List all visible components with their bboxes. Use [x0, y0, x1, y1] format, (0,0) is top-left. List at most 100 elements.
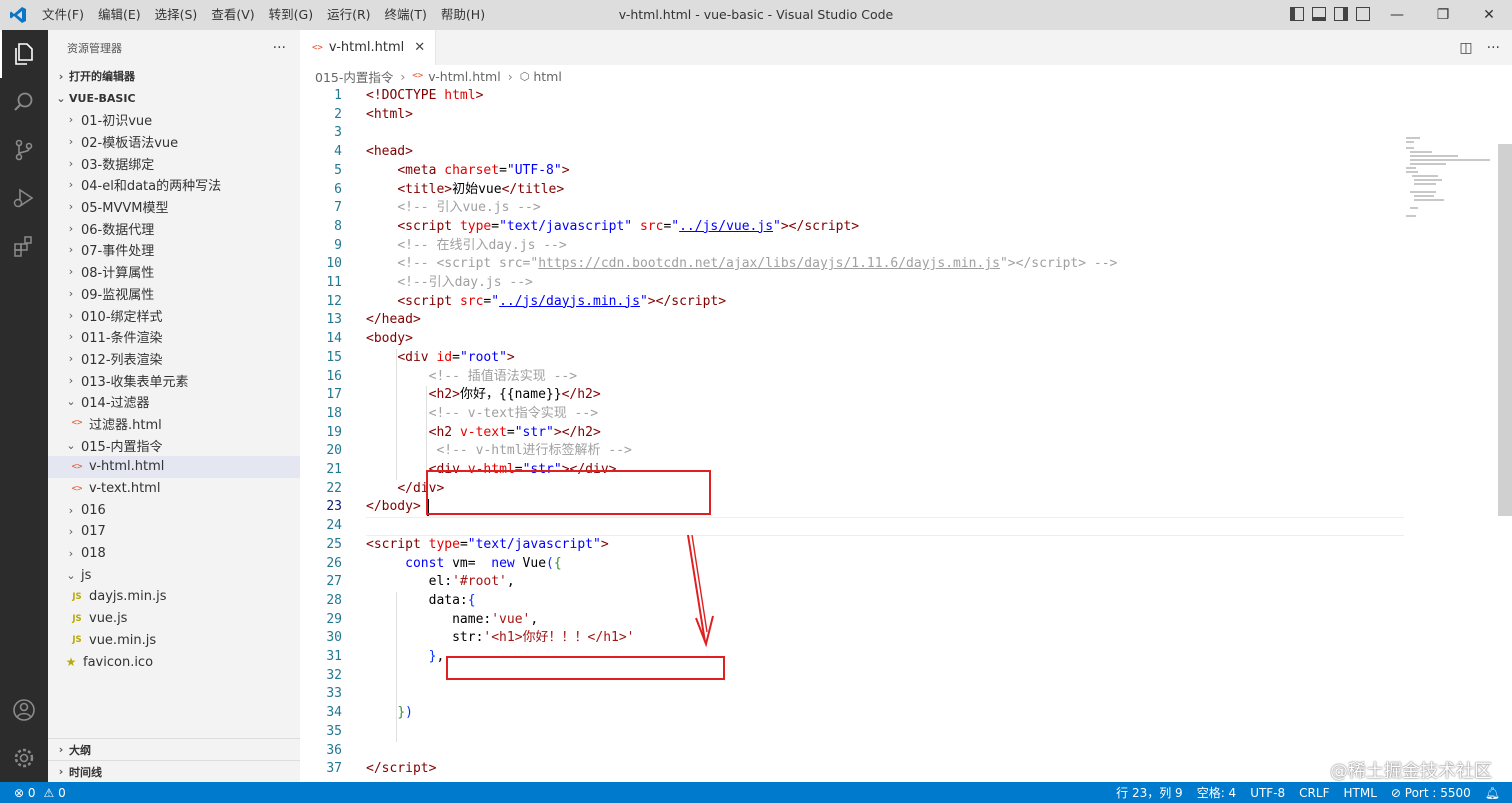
open-editors-section[interactable]: › 打开的编辑器: [48, 65, 300, 87]
tree-item[interactable]: › 01-初识vue: [48, 109, 300, 131]
tree-item[interactable]: › 011-条件渲染: [48, 326, 300, 348]
timeline-section[interactable]: › 时间线: [48, 760, 300, 782]
code-editor[interactable]: 1 2 3 4 5 6 7 8 9 10 11 12 13 14 15 16 17 18 19 20 21 22 23 24 2…: [300, 87, 1512, 782]
tree-item[interactable]: › 016: [48, 499, 300, 521]
live-server-port[interactable]: ⊘ Port : 5500: [1391, 786, 1471, 800]
menu-file[interactable]: 文件(F): [35, 0, 91, 30]
code-line-16: <!-- 插值语法实现 -->: [428, 368, 578, 384]
breadcrumb-folder[interactable]: 015-内置指令: [315, 67, 393, 86]
notifications-bell-icon[interactable]: 🔔︎: [1485, 786, 1500, 800]
encoding[interactable]: UTF-8: [1250, 786, 1285, 800]
menu-help[interactable]: 帮助(H): [434, 0, 492, 30]
tree-item-label: 014-过滤器: [81, 396, 150, 412]
toggle-sidebar-icon[interactable]: [1290, 7, 1304, 21]
tree-item[interactable]: <> 过滤器.html: [48, 413, 300, 435]
tree-item[interactable]: › 012-列表渲染: [48, 348, 300, 370]
tree-item[interactable]: <> v-text.html: [48, 478, 300, 500]
menu-edit[interactable]: 编辑(E): [91, 0, 148, 30]
menu-run[interactable]: 运行(R): [320, 0, 377, 30]
tree-item[interactable]: › 010-绑定样式: [48, 304, 300, 326]
tree-item-label: 011-条件渲染: [81, 331, 163, 347]
close-icon[interactable]: ✕: [414, 40, 425, 55]
tree-item-label: 05-MVVM模型: [81, 201, 169, 217]
outline-section[interactable]: › 大纲: [48, 738, 300, 760]
title-bar: 文件(F) 编辑(E) 选择(S) 查看(V) 转到(G) 运行(R) 终端(T…: [0, 0, 1512, 30]
more-actions-icon[interactable]: ···: [273, 40, 286, 56]
tree-item[interactable]: ⌄ js: [48, 564, 300, 586]
menu-view[interactable]: 查看(V): [204, 0, 261, 30]
line-number: 20: [326, 443, 342, 459]
extensions-icon[interactable]: [0, 222, 48, 270]
tree-item[interactable]: › 04-el和data的两种写法: [48, 174, 300, 196]
tree-item[interactable]: › 017: [48, 521, 300, 543]
settings-gear-icon[interactable]: [0, 734, 48, 782]
more-actions-icon[interactable]: ···: [1487, 40, 1500, 56]
line-number: 22: [326, 480, 342, 496]
minimap-line: [1414, 199, 1444, 201]
tree-item[interactable]: JS vue.js: [48, 608, 300, 630]
code-line-25: <script type="text/javascript">: [366, 536, 609, 552]
tree-item[interactable]: › 05-MVVM模型: [48, 196, 300, 218]
customize-layout-icon[interactable]: [1356, 7, 1370, 21]
cursor-position[interactable]: 行 23，列 9: [1116, 784, 1183, 801]
favicon-file-icon: ★: [65, 655, 77, 670]
problems-warnings[interactable]: ⚠ 0: [44, 786, 66, 800]
line-number: 5: [334, 162, 342, 178]
code-line-17: <h2>你好，{{name}}</h2>: [428, 387, 601, 403]
account-icon[interactable]: [0, 686, 48, 734]
editor-area: <> v-html.html ✕ ◫ ··· 015-内置指令 › <> v-h…: [300, 30, 1512, 782]
tree-item[interactable]: JS dayjs.min.js: [48, 586, 300, 608]
chevron-right-icon: ›: [400, 68, 406, 84]
line-number: 3: [334, 125, 342, 141]
tree-item[interactable]: › 09-监视属性: [48, 283, 300, 305]
minimap[interactable]: [1406, 137, 1498, 217]
tree-item[interactable]: ⌄ 014-过滤器: [48, 391, 300, 413]
source-control-icon[interactable]: [0, 126, 48, 174]
breadcrumb-symbol[interactable]: html: [533, 69, 561, 84]
minimize-button[interactable]: —: [1374, 0, 1420, 30]
tree-item[interactable]: <> v-html.html: [48, 456, 300, 478]
split-editor-icon[interactable]: ◫: [1459, 40, 1472, 56]
tree-item[interactable]: › 07-事件处理: [48, 239, 300, 261]
tree-item[interactable]: JS vue.min.js: [48, 630, 300, 652]
code-line-15: <div id="root">: [397, 349, 515, 365]
restore-button[interactable]: ❐: [1420, 0, 1466, 30]
search-icon[interactable]: [0, 78, 48, 126]
minimap-line: [1406, 167, 1416, 169]
editor-actions: ◫ ···: [1459, 30, 1512, 65]
tree-item[interactable]: › 08-计算属性: [48, 261, 300, 283]
menu-selection[interactable]: 选择(S): [148, 0, 205, 30]
run-debug-icon[interactable]: [0, 174, 48, 222]
end-of-line[interactable]: CRLF: [1299, 786, 1329, 800]
menu-terminal[interactable]: 终端(T): [378, 0, 434, 30]
annotation-box-str: [446, 656, 725, 680]
menu-go[interactable]: 转到(G): [262, 0, 320, 30]
tree-item[interactable]: ⌄ 015-内置指令: [48, 434, 300, 456]
project-section[interactable]: ⌄ VUE-BASIC: [48, 87, 300, 109]
line-number: 2: [334, 106, 342, 122]
chevron-right-icon: ›: [58, 765, 64, 778]
tree-item[interactable]: › 013-收集表单元素: [48, 369, 300, 391]
tab-v-html[interactable]: <> v-html.html ✕: [300, 30, 437, 65]
toggle-panel-icon[interactable]: [1312, 7, 1326, 21]
tree-item[interactable]: › 018: [48, 543, 300, 565]
problems-errors[interactable]: ⊗ 0: [14, 786, 36, 800]
tree-item[interactable]: › 02-模板语法vue: [48, 131, 300, 153]
explorer-icon[interactable]: [0, 30, 48, 78]
code-line-1: <!DOCTYPE html>: [366, 88, 484, 103]
close-button[interactable]: ✕: [1466, 0, 1512, 30]
tree-item[interactable]: ★ favicon.ico: [48, 651, 300, 673]
language-mode[interactable]: HTML: [1343, 786, 1376, 800]
vertical-scrollbar[interactable]: [1498, 144, 1512, 516]
minimap-line: [1406, 147, 1414, 149]
layout-controls: [1290, 7, 1370, 21]
breadcrumb-file[interactable]: v-html.html: [428, 69, 501, 84]
chevron-right-icon: ›: [68, 113, 74, 127]
chevron-right-icon: ›: [68, 135, 74, 149]
toggle-secondary-sidebar-icon[interactable]: [1334, 7, 1348, 21]
code-line-6: <title>初始vue</title>: [397, 181, 565, 197]
status-left: ⊗ 0 ⚠ 0: [0, 786, 66, 800]
tree-item[interactable]: › 06-数据代理: [48, 217, 300, 239]
indentation[interactable]: 空格: 4: [1197, 784, 1237, 801]
tree-item[interactable]: › 03-数据绑定: [48, 152, 300, 174]
